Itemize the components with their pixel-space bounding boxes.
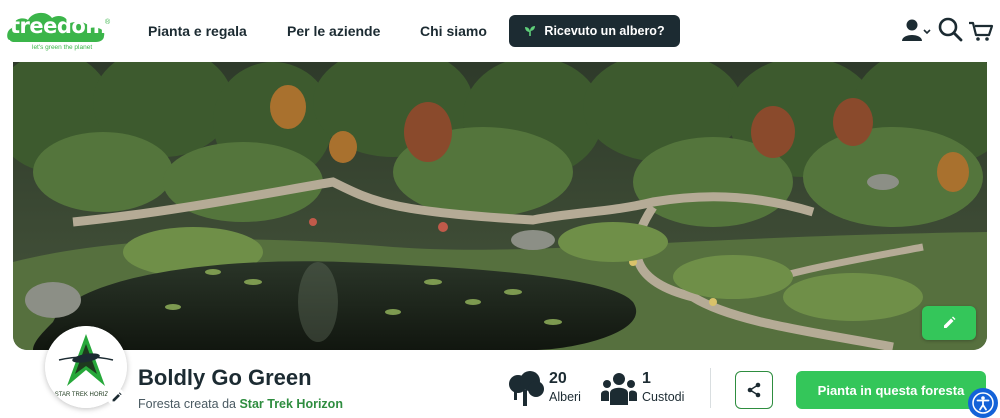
received-tree-button[interactable]: Ricevuto un albero? bbox=[509, 15, 680, 47]
treedom-logo[interactable]: treedom ® let's green the planet bbox=[6, 6, 116, 54]
accessibility-icon bbox=[972, 392, 994, 414]
search-button[interactable] bbox=[937, 16, 965, 44]
trees-label: Alberi bbox=[549, 390, 581, 404]
trees-count: 20 bbox=[549, 370, 567, 387]
nav-link-for-companies[interactable]: Per le aziende bbox=[287, 23, 380, 39]
nav-link-plant-and-gift[interactable]: Pianta e regala bbox=[148, 23, 247, 39]
top-navigation: treedom ® let's green the planet Pianta … bbox=[0, 0, 1000, 62]
share-icon bbox=[747, 382, 761, 398]
received-tree-label: Ricevuto un albero? bbox=[544, 24, 665, 38]
pencil-icon bbox=[112, 391, 122, 401]
logo-tagline: let's green the planet bbox=[32, 44, 93, 51]
cart-button[interactable] bbox=[968, 16, 996, 44]
accessibility-button[interactable] bbox=[968, 388, 998, 418]
share-button[interactable] bbox=[735, 371, 773, 409]
stats-divider bbox=[710, 368, 711, 408]
plant-in-forest-button[interactable]: Pianta in questa foresta bbox=[796, 371, 986, 409]
forest-title: Boldly Go Green bbox=[138, 365, 312, 390]
nav-link-about-us[interactable]: Chi siamo bbox=[420, 23, 487, 39]
user-account-button[interactable] bbox=[900, 16, 931, 44]
forest-creator-link[interactable]: Star Trek Horizon bbox=[239, 397, 343, 411]
forest-subtitle-prefix: Foresta creata da bbox=[138, 397, 236, 411]
forest-cover-image bbox=[13, 62, 987, 350]
custodians-label: Custodi bbox=[642, 390, 685, 404]
custodians-icon bbox=[601, 373, 637, 405]
pencil-icon bbox=[944, 316, 956, 328]
trees-icon bbox=[509, 371, 544, 406]
forest-garden-illustration bbox=[13, 62, 987, 350]
search-icon bbox=[938, 17, 963, 42]
logo-wordmark: treedom bbox=[10, 14, 107, 38]
cart-icon bbox=[969, 21, 994, 41]
custodians-count: 1 bbox=[642, 370, 651, 387]
forest-subtitle: Foresta creata da Star Trek Horizon bbox=[138, 397, 343, 411]
user-icon bbox=[902, 19, 931, 41]
sprout-icon bbox=[525, 26, 536, 36]
edit-cover-button[interactable] bbox=[922, 306, 976, 340]
edit-avatar-button[interactable] bbox=[107, 388, 125, 406]
